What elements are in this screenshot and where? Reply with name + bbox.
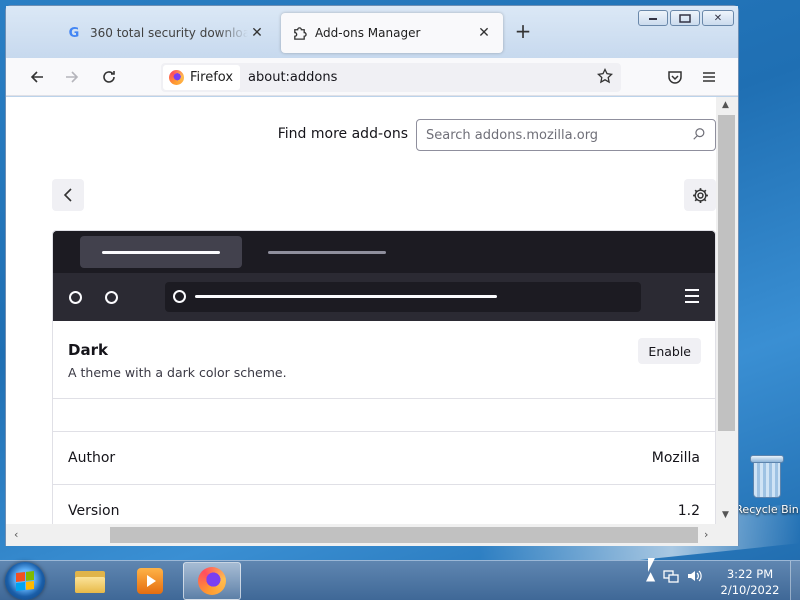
scroll-up-icon[interactable]: ▲ — [722, 100, 729, 110]
browser-window: G 360 total security download - Go ✕ Add… — [5, 5, 739, 546]
addons-search-box[interactable] — [416, 119, 716, 151]
find-more-label: Find more add-ons — [277, 126, 408, 142]
back-button[interactable] — [24, 64, 50, 90]
new-tab-button[interactable]: + — [511, 20, 535, 44]
reload-button[interactable] — [96, 64, 122, 90]
volume-icon[interactable] — [687, 569, 703, 583]
arrow-right-icon — [66, 71, 79, 83]
app-menu-button[interactable] — [696, 64, 722, 90]
detail-label: Version — [68, 503, 120, 519]
maximize-button[interactable] — [670, 10, 700, 26]
horizontal-scrollbar[interactable]: ‹ › — [6, 524, 738, 546]
addon-card-header: Dark A theme with a dark color scheme. E… — [53, 321, 715, 399]
theme-preview-image — [53, 231, 715, 321]
search-icon — [693, 128, 705, 140]
gear-icon — [692, 187, 708, 203]
close-window-button[interactable]: ✕ — [702, 10, 734, 26]
close-tab-icon[interactable]: ✕ — [475, 25, 493, 41]
google-g-icon: G — [68, 25, 80, 41]
url-text[interactable]: about:addons — [248, 70, 337, 85]
detail-value: 1.2 — [677, 503, 700, 519]
tab-google-search[interactable]: G 360 total security download - Go ✕ — [56, 13, 276, 53]
addon-card: Dark A theme with a dark color scheme. E… — [52, 230, 716, 524]
tab-strip: G 360 total security download - Go ✕ Add… — [6, 6, 738, 58]
folder-icon — [75, 569, 105, 593]
settings-button[interactable] — [684, 179, 716, 211]
close-tab-icon[interactable]: ✕ — [248, 25, 266, 41]
detail-row-author: Author Mozilla — [53, 432, 715, 485]
recycle-bin[interactable]: Recycle Bin — [734, 455, 800, 516]
taskbar-media-player[interactable] — [121, 562, 179, 600]
addon-description: A theme with a dark color scheme. — [68, 365, 287, 380]
arrow-left-icon — [30, 71, 43, 83]
horizontal-scroll-thumb[interactable] — [110, 527, 698, 543]
find-more-row: Find more add-ons — [6, 119, 716, 151]
scroll-down-icon[interactable]: ▼ — [722, 510, 729, 520]
vertical-scroll-thumb[interactable] — [718, 115, 735, 431]
chevron-left-icon — [63, 188, 72, 202]
pocket-button[interactable] — [662, 64, 688, 90]
hamburger-menu-icon — [703, 72, 715, 82]
vertical-scrollbar[interactable]: ▲ ▼ — [716, 97, 738, 524]
enable-button[interactable]: Enable — [638, 338, 701, 364]
clock-time: 3:22 PM — [726, 567, 774, 581]
window-controls: ✕ — [638, 10, 734, 26]
taskbar-explorer[interactable] — [61, 562, 119, 600]
network-icon[interactable] — [663, 569, 679, 583]
tab-title: Add-ons Manager — [315, 26, 421, 40]
tab-title: 360 total security download - Go — [90, 26, 248, 40]
minimize-button[interactable] — [638, 10, 668, 26]
addons-search-input[interactable] — [417, 120, 677, 150]
show-desktop-button[interactable] — [790, 561, 800, 600]
bookmark-star-icon[interactable] — [596, 67, 614, 88]
detail-row-version: Version 1.2 — [53, 485, 715, 524]
recycle-bin-label: Recycle Bin — [735, 503, 799, 516]
card-spacer-row — [53, 399, 715, 432]
identity-box[interactable]: Firefox — [163, 65, 241, 90]
start-button[interactable] — [5, 562, 45, 600]
identity-label: Firefox — [190, 70, 234, 85]
go-back-button[interactable] — [52, 179, 84, 211]
mouse-cursor — [648, 558, 655, 572]
addons-content: Find more add-ons Search addons.mozilla.… — [6, 97, 716, 524]
scroll-right-icon[interactable]: › — [704, 528, 708, 541]
taskbar-firefox[interactable] — [183, 562, 241, 600]
reload-icon — [103, 71, 115, 83]
media-player-icon — [137, 568, 163, 594]
windows-logo-icon — [16, 571, 34, 591]
detail-label: Author — [68, 450, 116, 466]
detail-value: Mozilla — [651, 450, 700, 466]
pocket-icon — [668, 71, 682, 84]
firefox-icon — [198, 567, 226, 595]
clock[interactable]: 3:22 PM 2/10/2022 — [712, 566, 788, 598]
addon-name: Dark — [68, 341, 108, 359]
puzzle-piece-icon — [291, 25, 307, 41]
recycle-bin-icon — [750, 455, 784, 499]
clock-date: 2/10/2022 — [720, 583, 780, 597]
taskbar: ▲ 3:22 PM 2/10/2022 — [0, 560, 800, 600]
firefox-logo-icon — [169, 70, 184, 85]
tab-addons-manager[interactable]: Add-ons Manager ✕ — [281, 13, 503, 53]
scroll-left-icon[interactable]: ‹ — [14, 528, 18, 541]
url-bar[interactable]: Firefox about:addons — [161, 63, 621, 92]
forward-button[interactable] — [59, 64, 85, 90]
navigation-toolbar: Firefox about:addons — [6, 58, 738, 96]
